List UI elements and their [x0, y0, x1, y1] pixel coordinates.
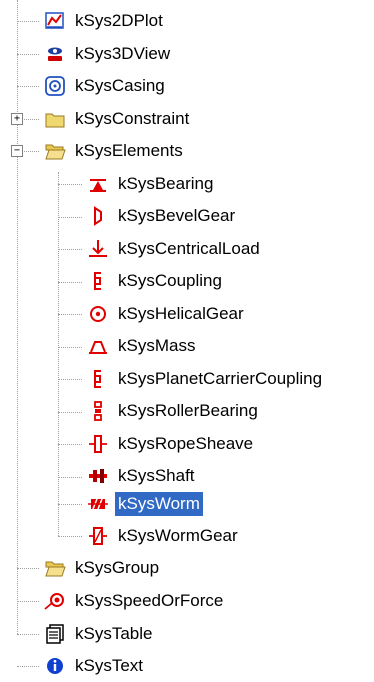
- tree-guide-line: [17, 54, 39, 55]
- tree-item-label: kSysMass: [118, 336, 196, 355]
- folder-closed-icon: [44, 108, 66, 130]
- speed-or-force-icon: [44, 590, 66, 612]
- tree-item-label: kSysConstraint: [75, 109, 190, 128]
- 3d-view-icon: [44, 43, 66, 65]
- tree-item-group[interactable]: kSysGroup: [44, 552, 162, 584]
- tree-item-label: kSysBearing: [118, 174, 214, 193]
- tree-item-label: kSysTable: [75, 624, 153, 643]
- tree-guide-line: [58, 379, 82, 380]
- tree-guide-line: [58, 172, 59, 536]
- tree-item-label: kSysCasing: [75, 76, 165, 95]
- tree-item-speed-or-force[interactable]: kSysSpeedOrForce: [44, 585, 226, 617]
- tree-item-label: kSysElements: [75, 141, 183, 160]
- tree-view[interactable]: + − kSys2DPlot kSys3DView kSysCasing kSy…: [0, 0, 374, 675]
- tree-guide-line: [17, 634, 39, 635]
- tree-guide-line: [58, 217, 82, 218]
- tree-item-label: kSysGroup: [75, 558, 160, 577]
- tree-guide-line: [17, 0, 18, 634]
- folder-open-icon: [44, 140, 66, 162]
- tree-guide-line: [17, 601, 39, 602]
- tree-item-label: kSysText: [75, 656, 144, 675]
- tree-item-label: kSysRollerBearing: [118, 401, 258, 420]
- tree-item-worm[interactable]: kSysWorm: [87, 488, 203, 520]
- tree-guide-line: [58, 504, 82, 505]
- chart-2d-plot-icon: [44, 10, 66, 32]
- tree-item-label: kSysHelicalGear: [118, 304, 244, 323]
- mass-icon: [87, 335, 109, 357]
- tree-item-elements[interactable]: kSysElements: [44, 135, 186, 167]
- tree-guide-line: [17, 21, 39, 22]
- tree-item-casing[interactable]: kSysCasing: [44, 70, 168, 102]
- tree-item-label: kSysShaft: [118, 466, 195, 485]
- tree-item-rope-sheave[interactable]: kSysRopeSheave: [87, 428, 256, 460]
- tree-item-coupling[interactable]: kSysCoupling: [87, 265, 225, 297]
- tree-item-bevel-gear[interactable]: kSysBevelGear: [87, 200, 238, 232]
- tree-item-label: kSysBevelGear: [118, 206, 236, 225]
- tree-item-planet-carrier-coupling[interactable]: kSysPlanetCarrierCoupling: [87, 363, 325, 395]
- tree-guide-line: [58, 347, 82, 348]
- tree-guide-line: [58, 314, 82, 315]
- expand-toggle-constraint[interactable]: +: [11, 113, 23, 125]
- tree-guide-line: [58, 477, 82, 478]
- tree-guide-line: [17, 568, 39, 569]
- tree-item-label: kSysRopeSheave: [118, 434, 254, 453]
- folder-open-icon: [44, 557, 66, 579]
- tree-item-worm-gear[interactable]: kSysWormGear: [87, 520, 241, 552]
- tree-item-label: kSys3DView: [75, 44, 171, 63]
- tree-item-label: kSysSpeedOrForce: [75, 591, 224, 610]
- centrical-load-icon: [87, 238, 109, 260]
- tree-item-label: kSys2DPlot: [75, 11, 163, 30]
- tree-item-mass[interactable]: kSysMass: [87, 330, 198, 362]
- tree-item-2dplot[interactable]: kSys2DPlot: [44, 5, 166, 37]
- tree-guide-line: [58, 282, 82, 283]
- helical-gear-icon: [87, 303, 109, 325]
- table-icon: [44, 623, 66, 645]
- bevel-gear-icon: [87, 205, 109, 227]
- tree-item-roller-bearing[interactable]: kSysRollerBearing: [87, 395, 261, 427]
- tree-guide-line: [17, 86, 39, 87]
- tree-item-label: kSysCentricalLoad: [118, 239, 260, 258]
- tree-item-3dview[interactable]: kSys3DView: [44, 38, 173, 70]
- roller-bearing-icon: [87, 400, 109, 422]
- tree-item-constraint[interactable]: kSysConstraint: [44, 103, 192, 135]
- tree-item-label: kSysWormGear: [118, 526, 238, 545]
- casing-icon: [44, 75, 66, 97]
- tree-item-label: kSysPlanetCarrierCoupling: [118, 369, 323, 388]
- tree-item-bearing[interactable]: kSysBearing: [87, 168, 216, 200]
- tree-guide-line: [58, 536, 82, 537]
- tree-item-label: kSysCoupling: [118, 271, 222, 290]
- tree-guide-line: [58, 444, 82, 445]
- rope-sheave-icon: [87, 433, 109, 455]
- tree-item-label: kSysWorm: [115, 492, 203, 516]
- tree-item-helical-gear[interactable]: kSysHelicalGear: [87, 298, 247, 330]
- tree-guide-line: [17, 666, 39, 667]
- bearing-icon: [87, 173, 109, 195]
- tree-item-table[interactable]: kSysTable: [44, 618, 155, 650]
- tree-guide-line: [58, 412, 82, 413]
- info-icon: [44, 655, 66, 677]
- worm-icon: [87, 493, 109, 515]
- shaft-icon: [87, 465, 109, 487]
- tree-guide-line: [58, 184, 82, 185]
- tree-guide-line: [58, 249, 82, 250]
- coupling-icon: [87, 270, 109, 292]
- tree-item-centrical-load[interactable]: kSysCentricalLoad: [87, 233, 263, 265]
- tree-item-text[interactable]: kSysText: [44, 650, 146, 682]
- collapse-toggle-elements[interactable]: −: [11, 145, 23, 157]
- worm-gear-icon: [87, 525, 109, 547]
- planet-carrier-coupling-icon: [87, 368, 109, 390]
